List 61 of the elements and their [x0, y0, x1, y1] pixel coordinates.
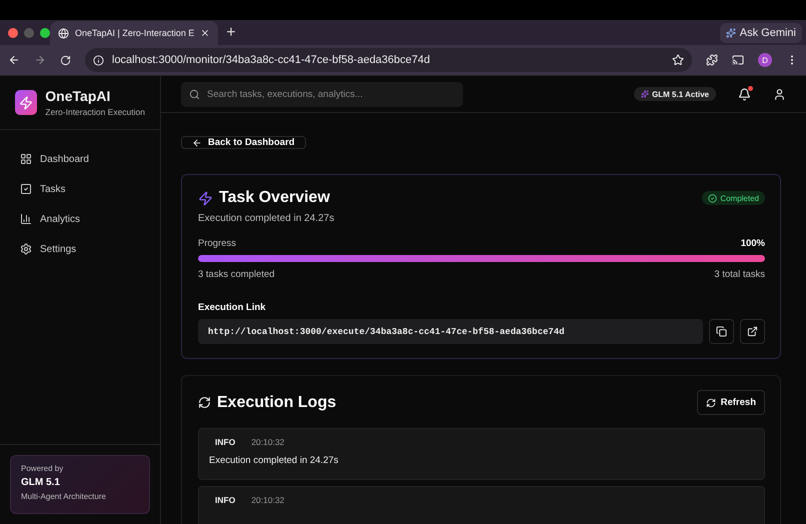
logo-icon: [15, 90, 38, 115]
info-icon[interactable]: [93, 54, 104, 66]
log-time: 20:10:32: [251, 495, 284, 505]
browser-tab[interactable]: OneTapAI | Zero-Interaction E: [50, 21, 218, 45]
checkbox-icon: [20, 183, 32, 195]
address-bar[interactable]: localhost:3000/monitor/34ba3a8c-cc41-47ce-bf58-aeda36bce74d: [85, 48, 692, 72]
execution-link-label: Execution Link: [198, 302, 267, 313]
total-tasks: 3 total tasks: [714, 269, 765, 280]
log-message: Execution completed in 24.27s: [209, 455, 340, 466]
open-link-button[interactable]: [740, 319, 765, 344]
refresh-button[interactable]: Refresh: [696, 390, 765, 415]
progress-label: Progress: [198, 238, 236, 249]
close-window-icon[interactable]: [8, 28, 18, 38]
user-icon[interactable]: [773, 88, 786, 100]
search-icon: [189, 88, 200, 100]
card-title: Task Overview: [219, 189, 330, 207]
back-icon[interactable]: [8, 54, 20, 66]
arrow-left-icon: [192, 138, 202, 148]
maximize-window-icon[interactable]: [40, 28, 50, 38]
card-title: Execution Logs: [217, 394, 336, 412]
architecture-note: Multi-Agent Architecture: [21, 492, 107, 501]
copy-icon: [716, 326, 727, 337]
status-badge: Completed: [702, 191, 765, 205]
execution-summary: Execution completed in 24.27s: [198, 213, 336, 224]
log-time: 20:10:32: [251, 437, 284, 447]
notifications-icon[interactable]: [738, 88, 751, 100]
new-tab-button[interactable]: +: [226, 24, 236, 42]
bookmark-star-icon[interactable]: [672, 54, 684, 66]
profile-avatar[interactable]: D: [758, 53, 772, 67]
copy-button[interactable]: [709, 319, 734, 344]
model-name: GLM 5.1: [21, 477, 61, 488]
log-level: INFO: [214, 495, 236, 505]
globe-icon: [58, 28, 69, 38]
execution-link-field[interactable]: http://localhost:3000/execute/34ba3a8c-cc41-47ce-bf58-aeda36bce74d: [198, 319, 703, 344]
refresh-icon: [706, 398, 716, 408]
powered-label: Powered by: [21, 464, 64, 473]
brand-name: OneTapAI: [45, 88, 112, 104]
sparkle-icon: [726, 28, 736, 38]
settings-icon: [20, 243, 32, 255]
progress-value: 100%: [740, 238, 765, 249]
external-link-icon: [747, 326, 758, 337]
nav-item[interactable]: Dashboard: [10, 148, 150, 170]
search-field[interactable]: Search tasks, executions, analytics...: [181, 82, 463, 106]
log-level: INFO: [214, 437, 236, 447]
cast-icon[interactable]: [732, 54, 744, 66]
brand-tagline: Zero-Interaction Execution: [45, 107, 145, 117]
back-to-dashboard-button[interactable]: Back to Dashboard: [181, 136, 306, 149]
nav-item[interactable]: Settings: [10, 238, 150, 260]
close-icon[interactable]: [200, 28, 210, 38]
reload-icon[interactable]: [60, 54, 71, 66]
refresh-icon: [198, 396, 211, 409]
dashboard-icon: [20, 153, 32, 165]
nav-item[interactable]: Analytics: [10, 208, 150, 230]
chart-icon: [20, 213, 32, 225]
ask-gemini-button[interactable]: Ask Gemini: [720, 23, 802, 43]
lightning-icon: [198, 190, 213, 206]
nav-item[interactable]: Tasks: [10, 178, 150, 200]
model-status-badge: GLM 5.1 Active: [634, 87, 716, 101]
extensions-icon[interactable]: [706, 54, 718, 66]
tasks-completed: 3 tasks completed: [198, 269, 275, 280]
forward-icon[interactable]: [34, 54, 46, 66]
